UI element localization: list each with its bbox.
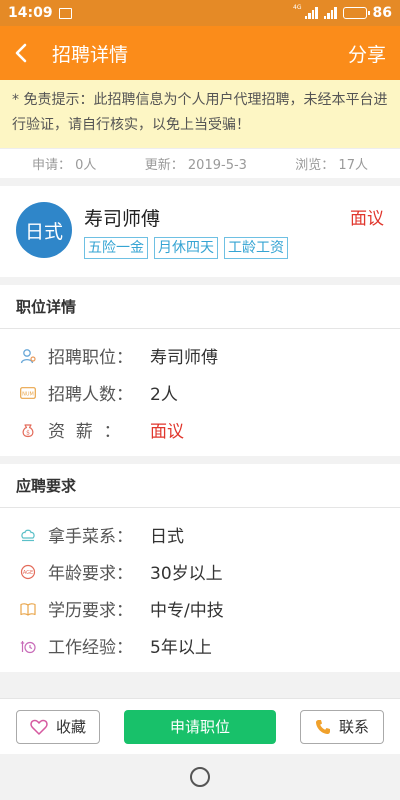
requirement-value: 中专/中技 [150, 601, 224, 621]
job-summary-card: 日式 寿司师傅 五险一金 月休四天 工龄工资 面议 [0, 186, 400, 277]
job-salary: 面议 [350, 209, 384, 229]
requirement-label: 学历要求： [48, 601, 133, 621]
applied-count: 申请： 0人 [32, 158, 97, 173]
phone-icon [315, 719, 331, 735]
battery-icon [342, 7, 370, 19]
requirements-card: 应聘要求 拿手菜系： 日式 AGE 年龄要求： 30岁以上 学历要求： 中专/中… [0, 464, 400, 672]
requirement-value: 5年以上 [150, 638, 212, 658]
job-name: 寿司师傅 [84, 208, 161, 230]
network-type: 4G [293, 4, 302, 11]
requirement-label: 工作经验： [48, 638, 133, 658]
age-icon: AGE [20, 564, 36, 580]
section-title-position: 职位详情 [0, 285, 400, 329]
heart-icon [30, 719, 48, 735]
money-bag-icon: $ [20, 422, 36, 438]
detail-row-headcount: NUM 招聘人数： 2人 [20, 374, 400, 411]
job-logo: 日式 [16, 202, 72, 258]
book-icon [20, 601, 36, 617]
status-bar: 14:09 4G 86 [0, 0, 400, 26]
requirement-row-cuisine: 拿手菜系： 日式 [20, 516, 400, 553]
bottom-action-bar: 收藏 申请职位 联系 [0, 698, 400, 754]
signal-icon [304, 7, 318, 19]
requirement-label: 拿手菜系： [48, 527, 133, 547]
detail-row-salary: $ 资 薪 ： 面议 [20, 411, 400, 448]
page-title: 招聘详情 [52, 43, 129, 66]
favorite-label: 收藏 [55, 718, 86, 736]
back-arrow-icon [15, 43, 27, 63]
contact-button[interactable]: 联系 [300, 709, 384, 744]
number-icon: NUM [20, 385, 36, 401]
position-details-card: 职位详情 招聘职位： 寿司师傅 NUM 招聘人数： 2人 $ 资 薪 ： 面议 [0, 285, 400, 456]
view-count: 浏览： 17人 [295, 158, 368, 173]
svg-text:AGE: AGE [23, 570, 33, 576]
apply-button[interactable]: 申请职位 [124, 709, 276, 744]
contact-label: 联系 [338, 718, 369, 736]
detail-label: 招聘职位： [48, 348, 133, 368]
detail-row-position: 招聘职位： 寿司师傅 [20, 337, 400, 374]
detail-label: 资 薪 ： [48, 422, 121, 442]
favorite-button[interactable]: 收藏 [16, 709, 100, 744]
benefit-tags: 五险一金 月休四天 工龄工资 [84, 237, 288, 259]
experience-icon [20, 638, 36, 654]
svg-text:NUM: NUM [22, 391, 34, 397]
benefit-tag: 月休四天 [154, 237, 218, 259]
job-stats: 申请： 0人 更新： 2019-5-3 浏览： 17人 [0, 148, 400, 178]
benefit-tag: 五险一金 [84, 237, 148, 259]
requirement-row-age: AGE 年龄要求： 30岁以上 [20, 553, 400, 590]
svg-text:$: $ [26, 429, 30, 436]
share-button[interactable]: 分享 [348, 40, 386, 67]
back-button[interactable] [14, 38, 44, 68]
image-notification-icon [58, 7, 72, 19]
chef-hat-icon [20, 527, 36, 543]
requirement-value: 日式 [150, 527, 184, 547]
section-title-requirements: 应聘要求 [0, 464, 400, 508]
signal-2-icon [323, 7, 337, 19]
nav-bar: 招聘详情 分享 [0, 26, 400, 80]
detail-label: 招聘人数： [48, 385, 133, 405]
requirement-label: 年龄要求： [48, 564, 133, 584]
home-button-icon[interactable] [190, 767, 210, 787]
detail-value: 寿司师傅 [150, 348, 218, 368]
benefit-tag: 工龄工资 [224, 237, 288, 259]
detail-value: 面议 [150, 422, 184, 442]
updated-date: 更新： 2019-5-3 [144, 158, 247, 173]
person-icon [20, 348, 36, 364]
requirement-value: 30岁以上 [150, 564, 223, 584]
requirement-row-education: 学历要求： 中专/中技 [20, 590, 400, 627]
system-nav-bar [0, 754, 400, 800]
battery-percent: 86 [372, 5, 392, 21]
disclaimer-notice: * 免责提示：此招聘信息为个人用户代理招聘，未经本平台进行验证，请自行核实，以免… [0, 80, 400, 148]
requirement-row-experience: 工作经验： 5年以上 [20, 627, 400, 664]
detail-value: 2人 [150, 385, 178, 405]
status-time: 14:09 [8, 5, 53, 21]
